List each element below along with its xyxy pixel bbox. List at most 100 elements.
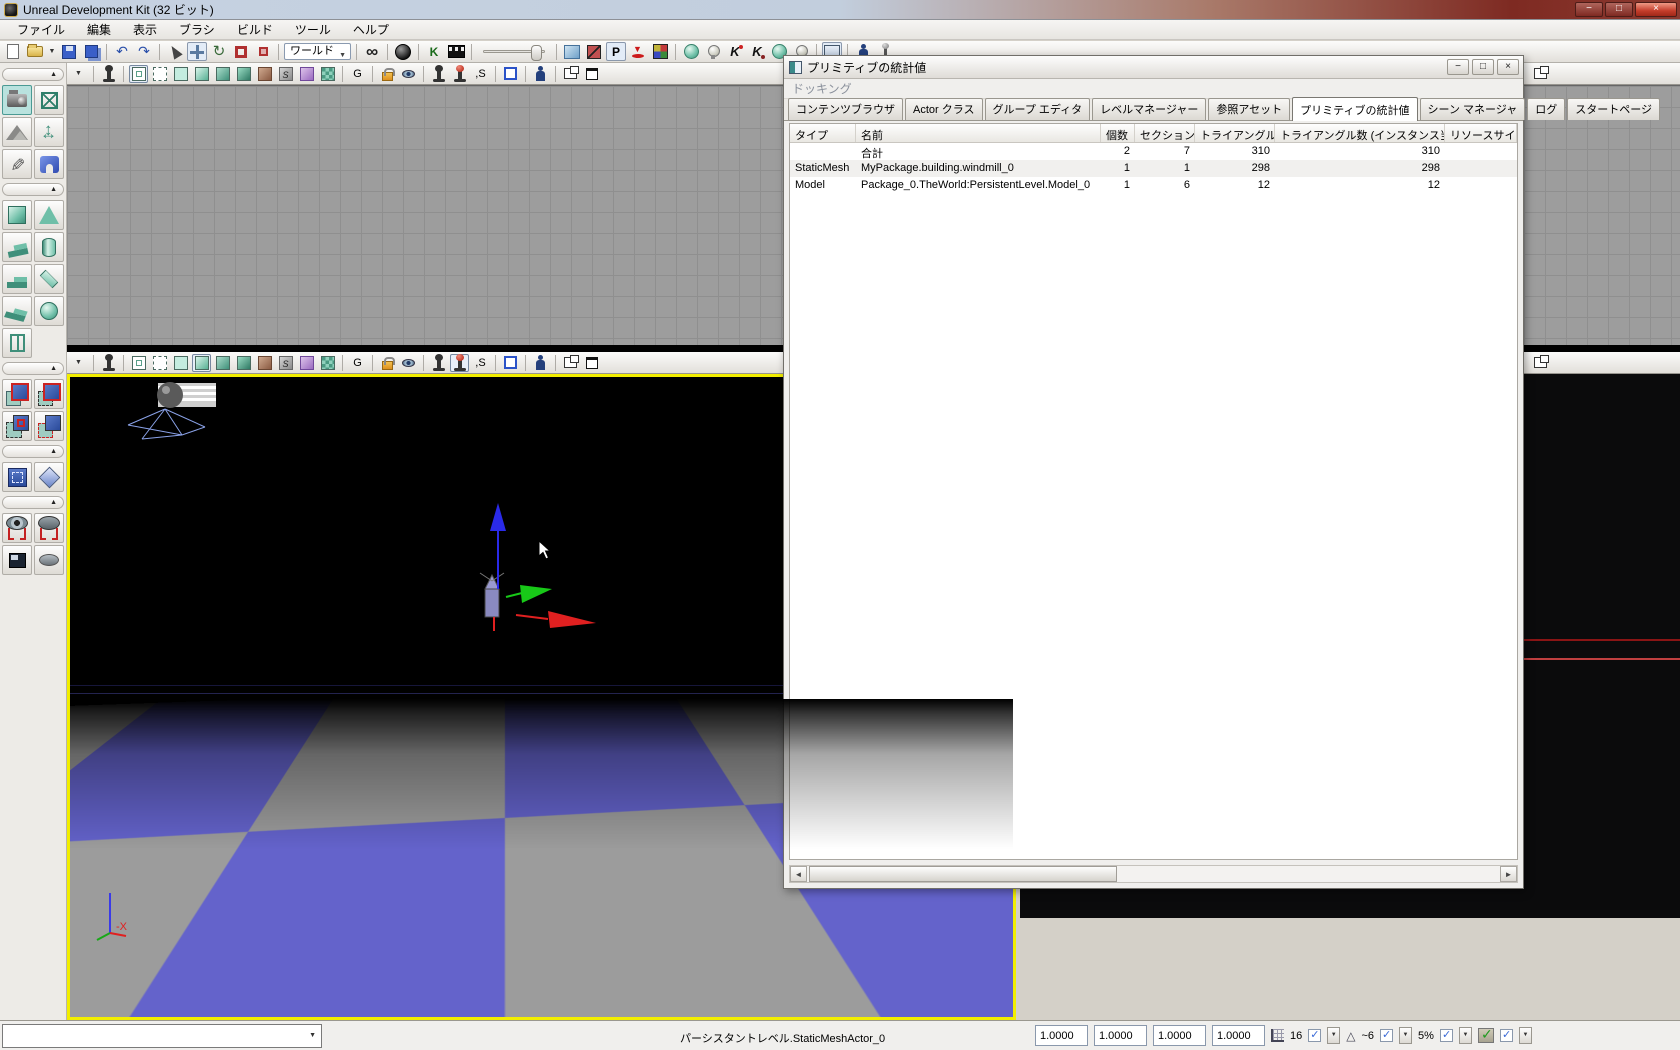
maximize-button[interactable] <box>1605 2 1633 17</box>
view-unlit-button[interactable] <box>171 65 190 83</box>
open-file-dropdown[interactable] <box>47 42 57 61</box>
resize-viewport-button[interactable] <box>582 354 601 372</box>
translation-widget-button[interactable] <box>34 117 64 147</box>
view-detail-lighting-button[interactable] <box>213 65 232 83</box>
view-lightmap-density-button[interactable] <box>318 65 337 83</box>
add-volume-button[interactable] <box>34 462 64 492</box>
tab-content-browser[interactable]: コンテンツブラウザ <box>788 98 903 120</box>
view-light-complexity-button[interactable] <box>255 65 274 83</box>
prefab-mode-button[interactable]: P <box>606 42 626 61</box>
realtime-button[interactable] <box>450 354 469 372</box>
grid-snap-checkbox[interactable] <box>1308 1029 1321 1042</box>
search-button[interactable] <box>362 42 382 61</box>
autosave-dropdown[interactable] <box>1459 1027 1472 1044</box>
col-triangles-per-instance[interactable]: トライアングル数 (インスタンス当たり) <box>1275 124 1445 142</box>
squint-mode-button[interactable]: ,S <box>471 354 490 372</box>
lock-viewport-button[interactable] <box>378 354 397 372</box>
tab-referenced-assets[interactable]: 参照アセット <box>1208 98 1290 120</box>
spiral-stairs-brush-button[interactable] <box>2 296 32 326</box>
realtime-button[interactable] <box>450 65 469 83</box>
tab-group-editor[interactable]: グループ エディタ <box>985 98 1091 120</box>
camera-speed-button[interactable] <box>429 65 448 83</box>
scroll-right-button[interactable] <box>1500 866 1517 882</box>
stats-close-button[interactable] <box>1497 59 1519 75</box>
view-texture-density-button[interactable] <box>297 354 316 372</box>
menu-view[interactable]: 表示 <box>122 19 168 40</box>
tab-level-manager[interactable]: レベルマネージャー <box>1092 98 1206 120</box>
autosave-checkbox[interactable] <box>1440 1029 1453 1042</box>
float-viewport-button[interactable] <box>1531 65 1550 83</box>
maximize-viewport-button[interactable] <box>99 354 118 372</box>
csg-subtract-button[interactable] <box>34 379 64 409</box>
cylinder-brush-button[interactable] <box>34 232 64 262</box>
translate-tool-button[interactable] <box>187 42 207 61</box>
build-status-dropdown[interactable] <box>1519 1027 1532 1044</box>
drag-grid-z-field[interactable] <box>1153 1025 1206 1046</box>
toolbar-collapse-bar[interactable] <box>2 68 64 81</box>
volume-button[interactable] <box>2 328 32 358</box>
terrain-mode-button[interactable] <box>2 117 32 147</box>
toolbar-collapse-bar[interactable] <box>2 362 64 375</box>
brush-wireframe-toggle-button[interactable] <box>501 65 520 83</box>
new-file-button[interactable] <box>3 42 23 61</box>
menu-help[interactable]: ヘルプ <box>342 19 400 40</box>
menu-brush[interactable]: ブラシ <box>168 19 226 40</box>
viewport-options-dropdown[interactable] <box>69 354 88 372</box>
lock-viewport-button[interactable] <box>378 65 397 83</box>
hide-selected-button[interactable] <box>34 513 64 543</box>
float-viewport-button[interactable] <box>561 354 580 372</box>
rotate-tool-button[interactable] <box>209 42 229 61</box>
viewport-perspective[interactable]: G ,S <box>67 352 1016 1020</box>
redo-button[interactable] <box>134 42 154 61</box>
view-wireframe-button[interactable] <box>129 65 148 83</box>
view-lit-button[interactable] <box>192 65 211 83</box>
drag-grid-x-field[interactable] <box>1035 1025 1088 1046</box>
view-wireframe-button[interactable] <box>129 354 148 372</box>
stats-minimize-button[interactable] <box>1447 59 1469 75</box>
tab-actor-classes[interactable]: Actor クラス <box>905 98 983 120</box>
matinee-button[interactable] <box>446 42 466 61</box>
coordinate-system-select[interactable]: ワールド <box>284 43 351 60</box>
view-brush-wireframe-button[interactable] <box>150 354 169 372</box>
squint-mode-button[interactable]: ,S <box>471 65 490 83</box>
invert-hidden-button[interactable] <box>34 545 64 575</box>
texture-palette-button[interactable] <box>650 42 670 61</box>
col-sections[interactable]: セクション数 <box>1135 124 1195 142</box>
scale-field[interactable] <box>1212 1025 1265 1046</box>
rotation-snap-checkbox[interactable] <box>1380 1029 1393 1042</box>
save-all-button[interactable] <box>81 42 101 61</box>
status-combo-box[interactable] <box>2 1024 322 1048</box>
col-name[interactable]: 名前 <box>856 124 1101 142</box>
build-paths-button[interactable]: K <box>725 42 745 61</box>
toolbar-collapse-bar[interactable] <box>2 445 64 458</box>
resize-viewport-button[interactable] <box>582 65 601 83</box>
view-unlit-button[interactable] <box>171 354 190 372</box>
table-row[interactable]: StaticMesh MyPackage.building.windmill_0… <box>790 160 1517 177</box>
col-resource-size[interactable]: リソースサイズ <box>1445 124 1517 142</box>
float-viewport-button[interactable] <box>1531 354 1550 372</box>
menu-file[interactable]: ファイル <box>6 19 76 40</box>
view-detail-lighting-button[interactable] <box>213 354 232 372</box>
open-file-button[interactable] <box>25 42 45 61</box>
view-shader-complexity-button[interactable] <box>276 65 295 83</box>
tab-log[interactable]: ログ <box>1527 98 1565 120</box>
static-mesh-mode-button[interactable] <box>34 149 64 179</box>
view-lit-button[interactable] <box>192 354 211 372</box>
drop-actor-button[interactable] <box>628 42 648 61</box>
rotation-snap-dropdown[interactable] <box>1399 1027 1412 1044</box>
build-cover-nodes-button[interactable]: K <box>747 42 767 61</box>
undo-button[interactable] <box>112 42 132 61</box>
show-selected-button[interactable] <box>2 513 32 543</box>
play-level-button[interactable] <box>393 42 413 61</box>
grid-snap-dropdown[interactable] <box>1327 1027 1340 1044</box>
col-count[interactable]: 個数 <box>1101 124 1135 142</box>
view-lighting-only-button[interactable] <box>234 354 253 372</box>
menu-tools[interactable]: ツール <box>284 19 342 40</box>
maximize-viewport-button[interactable] <box>99 65 118 83</box>
select-tool-button[interactable] <box>165 42 185 61</box>
table-row[interactable]: 合計 2 7 310 310 <box>790 143 1517 160</box>
view-lighting-only-button[interactable] <box>234 65 253 83</box>
player-view-button[interactable] <box>531 354 550 372</box>
menu-build[interactable]: ビルド <box>226 19 284 40</box>
build-lighting-button[interactable] <box>703 42 723 61</box>
